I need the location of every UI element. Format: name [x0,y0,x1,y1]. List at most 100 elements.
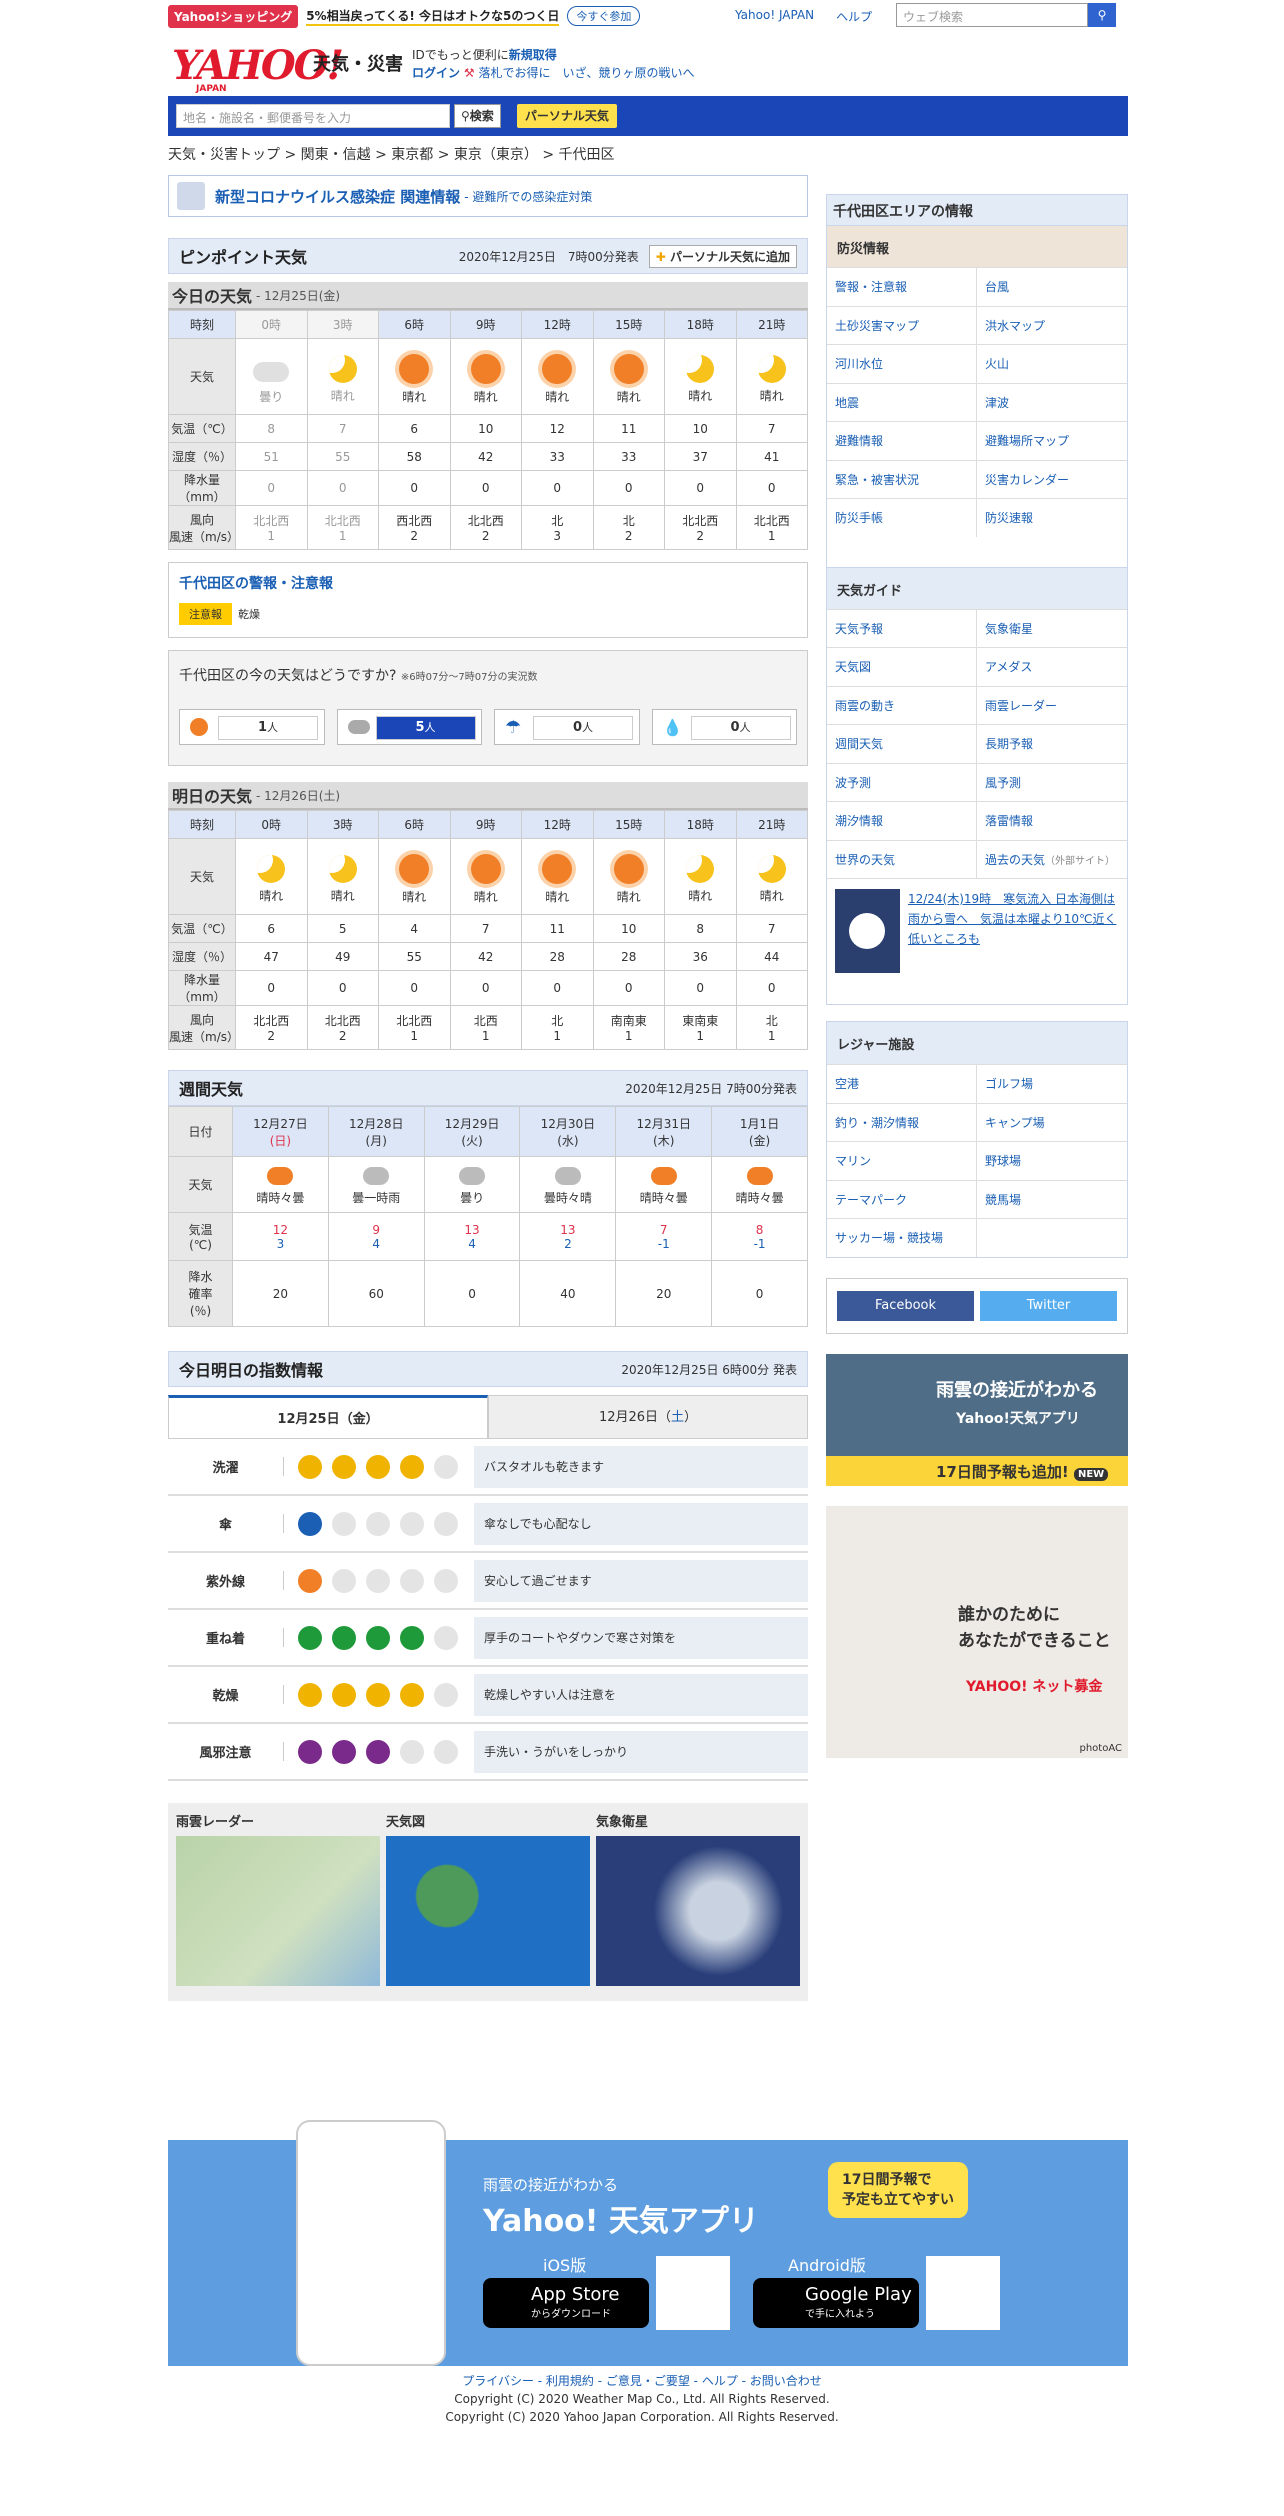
row-label: 天気 [168,338,236,415]
breadcrumb[interactable]: 天気・災害トップ > 関東・信越 > 東京都 > 東京（東京） > 千代田区 [168,144,615,164]
sidebar-link[interactable]: 防災手帳 [827,498,977,537]
web-search-input[interactable]: ウェブ検索 [896,3,1088,27]
sidebar-link[interactable]: 過去の天気（外部サイト） [977,839,1127,879]
row-label: 気温 (℃) [168,1212,233,1261]
cell-temp: 13 4 [423,1212,521,1261]
sidebar-link[interactable]: 火山 [977,344,1127,383]
sidebar-link[interactable]: 天気予報 [827,608,977,647]
row-label: 降水量（mm） [168,970,236,1006]
sidebar-link[interactable]: 地震 [827,382,977,421]
sidebar-link[interactable]: 世界の天気 [827,839,977,878]
sidebar-link[interactable]: テーマパーク [827,1179,977,1218]
sidebar-link[interactable]: 河川水位 [827,344,977,383]
sidebar-link[interactable]: アメダス [977,647,1127,686]
sidebar-link[interactable]: マリン [827,1141,977,1180]
help-link[interactable]: ヘルプ [836,8,872,25]
level-icon [332,1625,356,1650]
covid-sub[interactable]: - 避難所での感染症対策 [464,188,592,205]
tab-today[interactable]: 12月25日（金） [168,1395,488,1439]
sidebar: 千代田区エリアの情報 防災情報 警報・注意報 台風 土砂災害マップ 洪水マップ 河川水位… [826,194,1128,1758]
yahoo-japan-link[interactable]: Yahoo! JAPAN [735,8,814,25]
vote-cloudy[interactable]: 5人 [336,709,482,745]
app-ad[interactable]: 雨雲の接近がわかる Yahoo!天気アプリ 17日間予報も追加! NEW [826,1353,1128,1486]
shopping-tag[interactable]: Yahoo!ショッピング [168,4,299,28]
auction-link[interactable]: 落札でお得に いざ、競りヶ原の戦いへ [478,66,694,80]
sidebar-link[interactable]: 防災速報 [977,498,1127,537]
sidebar-link[interactable]: 洪水マップ [977,305,1127,345]
level-icon [298,1682,322,1707]
footer-links[interactable]: プライバシー - 利用規約 - ご意見・ご要望 - ヘルプ - お問い合わせ [462,2374,822,2388]
app-store-button[interactable]: App Store からダウンロード [483,2278,649,2328]
sidebar-link[interactable]: 競馬場 [977,1179,1127,1219]
location-search-input[interactable]: 地名・施設名・郵便番号を入力 [176,104,450,128]
add-personal-button[interactable]: ✚ パーソナル天気に追加 [648,244,797,268]
row-times: 時刻 0時 3時 6時 9時 12時 15時 18時 21時 [168,310,808,339]
sidebar-link[interactable]: 落雷情報 [977,801,1127,840]
row-label: 降水 確率 (％) [168,1260,233,1327]
sidebar-link[interactable]: 土砂災害マップ [827,305,977,344]
footer-app-ad[interactable]: 雨雲の接近がわかる Yahoo! 天気アプリ 17日間予報で 予定も立てやすい i… [168,2120,1128,2366]
twitter-button[interactable]: Twitter [980,1290,1117,1321]
sidebar-link[interactable]: ゴルフ場 [977,1064,1127,1103]
news-item[interactable]: 12/24(木)19時 寒気流入 日本海側は雨から雪へ 気温は本曜より10℃近く… [827,878,1127,1004]
cell-pop: 60 [327,1260,425,1327]
cell-wind: 北北西 2 [449,505,522,550]
sidebar-link[interactable]: 天気図 [827,647,977,686]
sidebar-link[interactable]: 週間天気 [827,724,977,763]
covid-banner[interactable]: 新型コロナウイルス感染症 関連情報 - 避難所での感染症対策 [168,175,808,217]
sidebar-link[interactable]: 災害カレンダー [977,459,1127,499]
join-button[interactable]: 今すぐ参加 [567,6,641,26]
sidebar-link[interactable]: 空港 [827,1064,977,1103]
sidebar-link[interactable]: 風予測 [977,762,1127,802]
level-icon [298,1454,322,1479]
vote-snow[interactable]: 💧 0人 [651,709,797,745]
index-desc: バスタオルも乾きます [474,1445,808,1488]
sidebar-link[interactable]: 避難情報 [827,421,977,460]
vote-rain[interactable]: ☂ 0人 [494,709,640,745]
sidebar-link[interactable]: 台風 [977,267,1127,306]
sidebar-link[interactable]: 気象衛星 [977,608,1127,648]
sidebar-link[interactable]: 雨雲レーダー [977,685,1127,725]
facebook-button[interactable]: Facebook [837,1290,974,1321]
cell-weather: 晴れ [521,838,594,915]
search-icon[interactable]: ⚲ [1088,3,1116,27]
covid-title[interactable]: 新型コロナウイルス感染症 関連情報 [215,186,460,207]
satellite-map[interactable]: 気象衛星 [596,1811,800,1993]
warnings-title[interactable]: 千代田区の警報・注意報 [179,573,797,593]
google-play-button[interactable]: Google Play で手に入れよう [753,2278,919,2328]
tab-tomorrow[interactable]: 12月26日（土） [488,1395,808,1439]
donation-ad[interactable]: 誰かのために あなたができること YAHOO! ネット募金 photoAC [826,1505,1128,1758]
signup-link[interactable]: 新規取得 [509,48,557,62]
cell-pop: 0 [711,1260,808,1327]
sidebar-link[interactable]: 緊急・被害状況 [827,459,977,498]
sidebar-link[interactable]: 波予測 [827,762,977,801]
row-weather: 天気 晴れ 晴れ 晴れ 晴れ 晴れ 晴れ 晴れ 晴れ [168,838,808,915]
search-button[interactable]: ⚲検索 [454,104,501,128]
sidebar-link[interactable]: サッカー場・競技場 [827,1218,977,1257]
sidebar-link[interactable]: 避難場所マップ [977,421,1127,460]
index-desc: 厚手のコートやダウンで寒さ対策を [474,1616,808,1659]
sidebar-link[interactable]: 潮汐情報 [827,801,977,840]
sidebar-link[interactable] [977,1218,1127,1257]
sidebar-link[interactable]: 長期予報 [977,724,1127,763]
cell-rain: 0 [735,470,808,506]
promo-message[interactable]: 5%相当戻ってくる! 今日はオトクな5のつく日 [306,7,560,26]
service-title[interactable]: 天気・災害 [313,50,403,76]
sidebar-link[interactable]: 釣り・潮汐情報 [827,1102,977,1141]
copyright-weathermap: Copyright (C) 2020 Weather Map Co., Ltd.… [454,2392,830,2406]
login-link[interactable]: ログイン [412,66,460,80]
cell-date: 12月31日 (木) [615,1106,713,1157]
sidebar-link[interactable]: 津波 [977,382,1127,422]
level-icon [434,1739,458,1764]
weather-chart-map[interactable]: 天気図 [386,1811,590,1993]
radar-map[interactable]: 雨雲レーダー [176,1811,380,1993]
personal-weather-button[interactable]: パーソナル天気 [516,104,617,128]
vote-sunny[interactable]: 1人 [179,709,325,745]
sidebar-link[interactable]: 警報・注意報 [827,267,977,306]
sidebar-link[interactable]: 野球場 [977,1141,1127,1180]
cell-wind: 北西 1 [449,1005,522,1050]
sidebar-link[interactable]: キャンプ場 [977,1102,1127,1142]
index-desc: 傘なしでも心配なし [474,1502,808,1545]
main-column: ピンポイント天気 2020年12月25日 7時00分発表 ✚ パーソナル天気に追… [168,238,808,2001]
sidebar-link[interactable]: 雨雲の動き [827,685,977,724]
